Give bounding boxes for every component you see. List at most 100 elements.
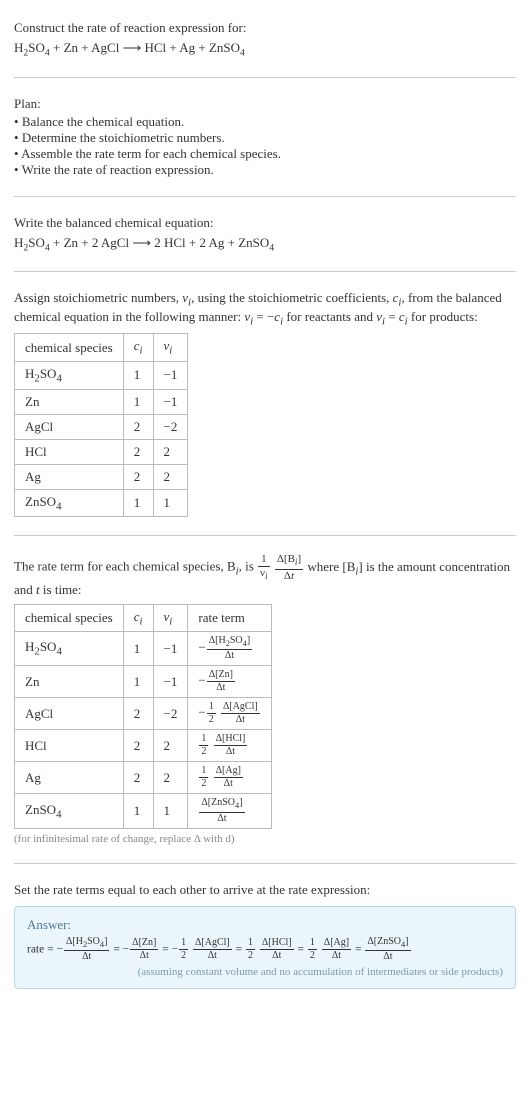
divider [14,271,516,272]
cell-rate: 12 Δ[Ag]Δt [188,762,271,794]
table-row: H2SO41−1 [15,361,188,389]
cell-v: −1 [153,632,188,666]
cell-v: −1 [153,361,188,389]
col-c: ci [123,334,153,362]
cell-c: 2 [123,414,153,439]
rate-coef: 12 [199,766,208,789]
table-row: ZnSO411Δ[ZnSO4]Δt [15,794,272,828]
answer-expression: rate = −Δ[H2SO4]Δt = −Δ[Zn]Δt = −12 Δ[Ag… [27,937,503,962]
rate-frac: Δ[HCl]Δt [214,734,248,757]
rate-section: The rate term for each chemical species,… [14,546,516,853]
answer-note: (assuming constant volume and no accumul… [27,966,503,978]
col-rate: rate term [188,604,271,632]
prompt-section: Construct the rate of reaction expressio… [14,12,516,67]
rate-intro: The rate term for each chemical species,… [14,554,516,597]
table-row: AgCl2−2 [15,414,188,439]
answer-title: Answer: [27,917,503,933]
divider [14,77,516,78]
table-row: ZnSO411 [15,489,188,517]
col-species: chemical species [15,334,124,362]
cell-v: 1 [153,794,188,828]
col-v: νi [153,604,188,632]
ans-frac: Δ[AgCl]Δt [193,938,232,961]
plan-label: Plan: [14,96,516,112]
table-row: Zn1−1 [15,389,188,414]
table-row: HCl2212 Δ[HCl]Δt [15,730,272,762]
cell-species: AgCl [15,698,124,730]
cell-v: 2 [153,730,188,762]
stoich-table: chemical species ci νi H2SO41−1Zn1−1AgCl… [14,333,188,517]
rate-intro-prefix2: , is [239,559,257,574]
prompt-title: Construct the rate of reaction expressio… [14,20,516,36]
ans-coef: 12 [308,938,317,961]
cell-species: Ag [15,464,124,489]
cell-species: H2SO4 [15,361,124,389]
cell-species: AgCl [15,414,124,439]
cell-rate: −12 Δ[AgCl]Δt [188,698,271,730]
cell-v: −1 [153,389,188,414]
cell-species: HCl [15,730,124,762]
cell-species: HCl [15,439,124,464]
cell-c: 2 [123,439,153,464]
ans-frac: Δ[H2SO4]Δt [64,937,109,962]
final-section: Set the rate terms equal to each other t… [14,874,516,997]
rate-frac-delta: Δ[Bi] Δt [275,554,303,581]
rate-frac: Δ[AgCl]Δt [221,702,260,725]
ans-frac: Δ[Ag]Δt [322,938,351,961]
ans-frac: Δ[HCl]Δt [260,938,294,961]
infinitesimal-note: (for infinitesimal rate of change, repla… [14,833,516,845]
divider [14,535,516,536]
ans-frac: Δ[ZnSO4]Δt [365,937,410,962]
rate-frac-coef: 1 νi [258,554,270,581]
cell-c: 1 [123,632,153,666]
cell-species: H2SO4 [15,632,124,666]
rate-intro-prefix: The rate term for each chemical species,… [14,559,236,574]
rate-frac: Δ[H2SO4]Δt [207,636,252,661]
cell-c: 2 [123,464,153,489]
cell-c: 2 [123,762,153,794]
cell-rate: −Δ[Zn]Δt [188,666,271,698]
table-row: Ag2212 Δ[Ag]Δt [15,762,272,794]
ans-coef: 12 [246,938,255,961]
cell-species: Zn [15,389,124,414]
table-row: Ag22 [15,464,188,489]
rate-prefix: rate = [27,943,56,955]
cell-v: 2 [153,762,188,794]
cell-rate: 12 Δ[HCl]Δt [188,730,271,762]
cell-c: 1 [123,794,153,828]
cell-species: ZnSO4 [15,489,124,517]
cell-v: −1 [153,666,188,698]
cell-c: 2 [123,730,153,762]
plan-item: Assemble the rate term for each chemical… [14,146,516,162]
cell-v: −2 [153,414,188,439]
cell-species: Zn [15,666,124,698]
rate-frac: Δ[Ag]Δt [214,766,243,789]
plan-item: Determine the stoichiometric numbers. [14,130,516,146]
plan-item: Write the rate of reaction expression. [14,162,516,178]
cell-v: 2 [153,439,188,464]
cell-species: Ag [15,762,124,794]
plan-list: Balance the chemical equation.Determine … [14,114,516,178]
stoich-section: Assign stoichiometric numbers, νi, using… [14,282,516,525]
col-species: chemical species [15,604,124,632]
balanced-equation: H2SO4 + Zn + 2 AgCl ⟶ 2 HCl + 2 Ag + ZnS… [14,235,516,254]
cell-v: 1 [153,489,188,517]
plan-section: Plan: Balance the chemical equation.Dete… [14,88,516,186]
cell-c: 1 [123,361,153,389]
answer-box: Answer: rate = −Δ[H2SO4]Δt = −Δ[Zn]Δt = … [14,906,516,989]
divider [14,863,516,864]
cell-c: 2 [123,698,153,730]
cell-v: 2 [153,464,188,489]
cell-species: ZnSO4 [15,794,124,828]
rate-frac: Δ[Zn]Δt [207,670,235,693]
table-row: HCl22 [15,439,188,464]
rate-coef: 12 [199,734,208,757]
col-c: ci [123,604,153,632]
rate-table: chemical species ci νi rate term H2SO41−… [14,604,272,829]
table-row: H2SO41−1−Δ[H2SO4]Δt [15,632,272,666]
cell-rate: Δ[ZnSO4]Δt [188,794,271,828]
plan-item: Balance the chemical equation. [14,114,516,130]
ans-frac: Δ[Zn]Δt [130,938,158,961]
balanced-section: Write the balanced chemical equation: H2… [14,207,516,262]
cell-c: 1 [123,666,153,698]
